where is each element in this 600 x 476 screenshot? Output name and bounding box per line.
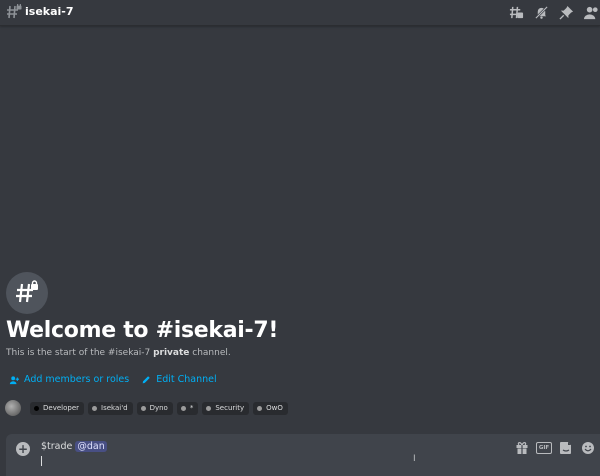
welcome-desc-bold: private xyxy=(153,348,190,358)
role-chip[interactable]: Security xyxy=(202,401,250,415)
role-label: * xyxy=(189,404,194,412)
avatar[interactable] xyxy=(5,400,21,416)
welcome-heading: Welcome to #isekai-7! xyxy=(6,318,279,343)
channel-title: isekai-7 xyxy=(25,5,74,18)
welcome-desc-prefix: This is the start of the #isekai-7 xyxy=(6,348,154,358)
private-channel-hash-icon xyxy=(7,4,22,19)
role-chip[interactable]: Isekai'd xyxy=(88,401,133,415)
message-area: Welcome to #isekai-7! This is the start … xyxy=(0,26,600,426)
role-label: Isekai'd xyxy=(101,404,128,412)
message-input[interactable]: + $trade @dan I GIF xyxy=(6,434,600,476)
command-text: $trade xyxy=(41,441,76,452)
sticker-icon[interactable] xyxy=(558,440,574,456)
welcome-description: This is the start of the #isekai-7 priva… xyxy=(6,348,231,358)
role-color-dot xyxy=(180,405,186,411)
ibeam-cursor-icon: I xyxy=(413,454,416,464)
role-label: Security xyxy=(215,404,245,412)
gif-icon[interactable]: GIF xyxy=(536,440,552,456)
emoji-icon[interactable] xyxy=(580,440,596,456)
role-chip[interactable]: OwO xyxy=(253,401,288,415)
text-caret xyxy=(41,456,42,466)
role-chip[interactable]: * xyxy=(176,401,199,415)
role-label: OwO xyxy=(266,404,283,412)
role-color-dot xyxy=(257,405,263,411)
edit-channel-label: Edit Channel xyxy=(156,374,217,385)
role-color-dot xyxy=(92,405,98,411)
channel-header: isekai-7 xyxy=(0,0,600,26)
role-chip[interactable]: Dyno xyxy=(136,401,173,415)
pencil-icon xyxy=(142,375,150,383)
role-color-dot xyxy=(34,405,39,411)
member-list-icon[interactable] xyxy=(582,3,600,21)
message-composer-area: + $trade @dan I GIF xyxy=(0,426,600,476)
add-member-icon xyxy=(9,375,19,384)
gift-icon[interactable] xyxy=(514,440,530,456)
add-members-label: Add members or roles xyxy=(24,374,130,385)
role-chip[interactable]: Developer xyxy=(30,401,85,415)
channel-permissions-row: Developer Isekai'd Dyno * Security OwO xyxy=(5,400,292,416)
message-input-text[interactable]: $trade @dan xyxy=(41,441,107,452)
welcome-desc-suffix: channel. xyxy=(189,348,231,358)
channel-lock-hash-icon xyxy=(6,272,48,314)
muted-bell-icon[interactable] xyxy=(532,3,550,21)
pin-icon[interactable] xyxy=(557,3,575,21)
user-mention: @dan xyxy=(75,441,107,452)
role-color-dot xyxy=(140,405,146,411)
add-attachment-icon[interactable]: + xyxy=(16,442,30,456)
role-color-dot xyxy=(206,405,212,411)
threads-icon[interactable] xyxy=(507,3,525,21)
role-label: Dyno xyxy=(149,404,168,412)
role-label: Developer xyxy=(43,404,80,412)
add-members-link[interactable]: Add members or roles xyxy=(9,374,129,385)
edit-channel-link[interactable]: Edit Channel xyxy=(141,374,217,385)
